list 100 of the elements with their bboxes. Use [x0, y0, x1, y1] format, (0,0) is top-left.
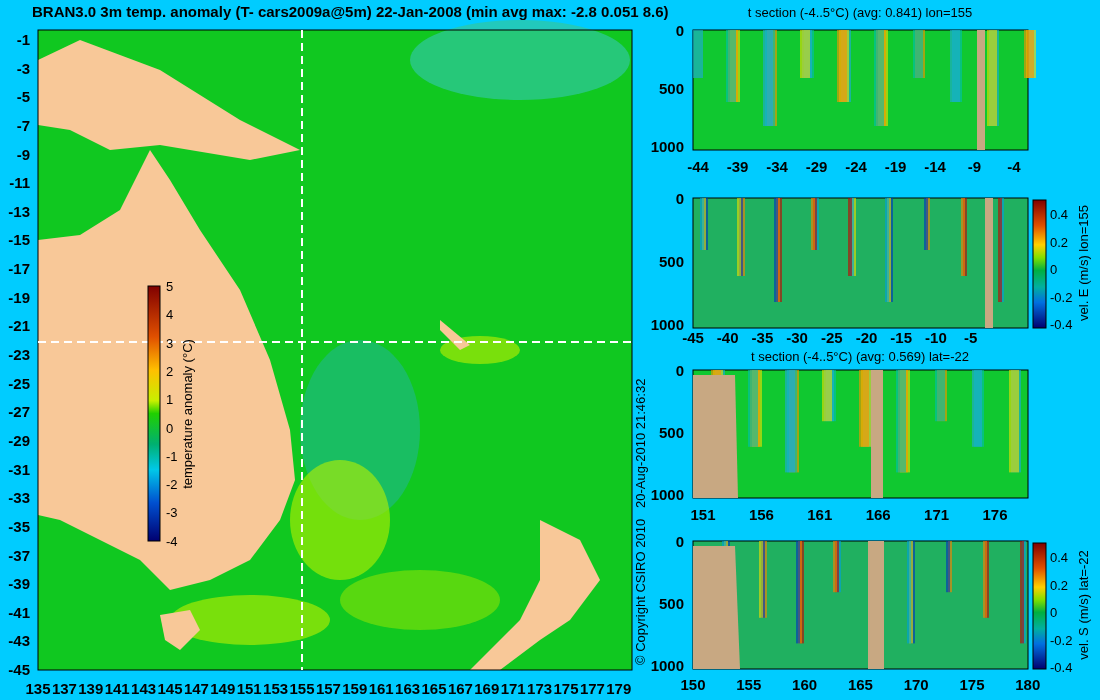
section-title: t section (-4..5°C) (avg: 0.569) lat=-22 [751, 349, 969, 364]
section-tick-label: -35 [751, 329, 774, 346]
longitude-tick-label: 149 [210, 680, 236, 697]
longitude-tick-label: 153 [263, 680, 289, 697]
latitude-tick-label: -11 [9, 174, 30, 192]
longitude-tick-label: 169 [474, 680, 500, 697]
colorbar-tick-label: 3 [166, 335, 174, 351]
section-tick-label: -9 [967, 158, 982, 175]
latitude-tick-label: -3 [16, 59, 30, 77]
section-tick-label: -15 [890, 329, 913, 346]
section-tick-label: -20 [855, 329, 878, 346]
section-title: t section (-4..5°C) (avg: 0.841) lon=155 [747, 5, 973, 20]
latitude-tick-label: -1 [16, 31, 30, 48]
longitude-tick-label: 147 [183, 680, 209, 697]
section-tick-label: 156 [748, 506, 774, 523]
longitude-tick-label: 143 [131, 680, 157, 697]
latitude-tick-label: -35 [8, 517, 30, 535]
colorbar-tick-label: 0 [1050, 605, 1058, 620]
colorbar-tick-label: -0.4 [1050, 317, 1073, 332]
colorbar-tick-label: -2 [166, 477, 178, 493]
longitude-tick-label: 155 [289, 680, 315, 697]
latitude-tick-label: -13 [8, 202, 30, 220]
section-tick-label: -5 [963, 329, 978, 346]
section-tick-label: -45 [682, 329, 704, 346]
latitude-tick-label: -25 [8, 374, 30, 392]
latitude-tick-label: -39 [8, 575, 30, 593]
section-tick-label: -29 [805, 158, 828, 175]
section-tick-label: 161 [807, 506, 833, 523]
section-tick-label: 155 [736, 676, 762, 693]
longitude-tick-label: 139 [78, 680, 104, 697]
depth-tick-label: 0 [675, 22, 684, 39]
colorbar-label: vel. S (m/s) lat=-22 [1076, 550, 1091, 660]
longitude-tick-label: 135 [25, 680, 51, 697]
colorbar-tick-label: 5 [166, 279, 174, 294]
depth-tick-label: 1000 [650, 316, 684, 333]
longitude-tick-label: 163 [395, 680, 421, 697]
depth-tick-label: 500 [658, 595, 684, 612]
section-tick-label: -39 [726, 158, 749, 175]
colorbar-label: vel. E (m/s) lon=155 [1076, 205, 1091, 321]
colorbar-tick-label: 2 [166, 363, 174, 379]
section-tick-label: -34 [766, 158, 788, 175]
longitude-tick-label: 179 [606, 680, 632, 697]
section-tick-label: 175 [959, 676, 985, 693]
section-tick-label: -40 [716, 329, 739, 346]
longitude-tick-label: 167 [447, 680, 473, 697]
section-tick-label: 171 [924, 506, 950, 523]
depth-tick-label: 1000 [650, 138, 684, 155]
colorbar-tick-label: 0 [1050, 262, 1058, 277]
colorbar-tick-label: 0.4 [1050, 207, 1069, 222]
colorbar-tick-label: -0.2 [1050, 632, 1073, 648]
latitude-tick-label: -15 [8, 231, 30, 249]
latitude-tick-label: -29 [8, 431, 30, 449]
latitude-tick-label: -33 [8, 489, 30, 507]
section-tick-label: -10 [925, 329, 947, 346]
longitude-tick-label: 175 [553, 680, 579, 697]
longitude-tick-label: 173 [527, 680, 553, 697]
section-tick-label: -25 [820, 329, 843, 346]
depth-tick-label: 1000 [650, 486, 684, 503]
latitude-tick-label: -21 [8, 317, 30, 335]
section-tick-label: -4 [1007, 158, 1021, 175]
latitude-tick-label: -19 [8, 288, 30, 306]
latitude-tick-label: -37 [8, 546, 30, 564]
copyright-text: © Copyright CSIRO 2010 [633, 518, 648, 665]
colorbar-tick-label: -4 [166, 533, 178, 549]
figure-title: BRAN3.0 3m temp. anomaly (T- cars2009a@5m) 22-Jan-2008 (min avg max: -2.8 0.051 8.6) [32, 3, 669, 20]
colorbar-tick-label: 0.2 [1050, 234, 1069, 250]
colorbar-tick-label: 0.4 [1050, 550, 1069, 565]
section-tick-label: 151 [690, 506, 716, 523]
colorbar-label: temperature anomaly (°C) [180, 339, 195, 489]
longitude-tick-label: 145 [157, 680, 183, 697]
latitude-tick-label: -17 [8, 260, 30, 278]
latitude-tick-label: -5 [16, 88, 30, 106]
depth-tick-label: 0 [675, 362, 684, 379]
colorbar-tick-label: 4 [166, 307, 174, 323]
longitude-tick-label: 165 [421, 680, 447, 697]
colorbar-tick-label: 0 [166, 420, 174, 436]
longitude-tick-label: 151 [236, 680, 262, 697]
timestamp-text: 20-Aug-2010 21:46:32 [633, 378, 648, 508]
section-tick-label: -44 [687, 158, 709, 175]
section-tick-label: 166 [865, 506, 891, 523]
latitude-tick-label: -9 [16, 145, 30, 163]
section-tick-label: 180 [1015, 676, 1041, 693]
section-tick-label: 150 [680, 676, 706, 693]
colorbar-tick-label: -0.2 [1050, 289, 1073, 305]
longitude-tick-label: 157 [315, 680, 341, 697]
latitude-tick-label: -31 [8, 460, 30, 478]
section-tick-label: -14 [924, 158, 946, 175]
section-tick-label: 176 [982, 506, 1008, 523]
section-tick-label: -19 [884, 158, 907, 175]
longitude-tick-label: 161 [368, 680, 394, 697]
longitude-tick-label: 137 [51, 680, 77, 697]
latitude-tick-label: -41 [8, 603, 30, 621]
latitude-tick-label: -43 [8, 632, 30, 650]
longitude-tick-label: 141 [104, 680, 130, 697]
colorbar-tick-label: 1 [166, 392, 174, 408]
latitude-tick-label: -23 [8, 346, 30, 364]
latitude-tick-label: -27 [8, 403, 30, 421]
section-tick-label: -24 [845, 158, 867, 175]
colorbar-tick-label: 0.2 [1050, 577, 1069, 593]
longitude-tick-label: 171 [500, 680, 526, 697]
